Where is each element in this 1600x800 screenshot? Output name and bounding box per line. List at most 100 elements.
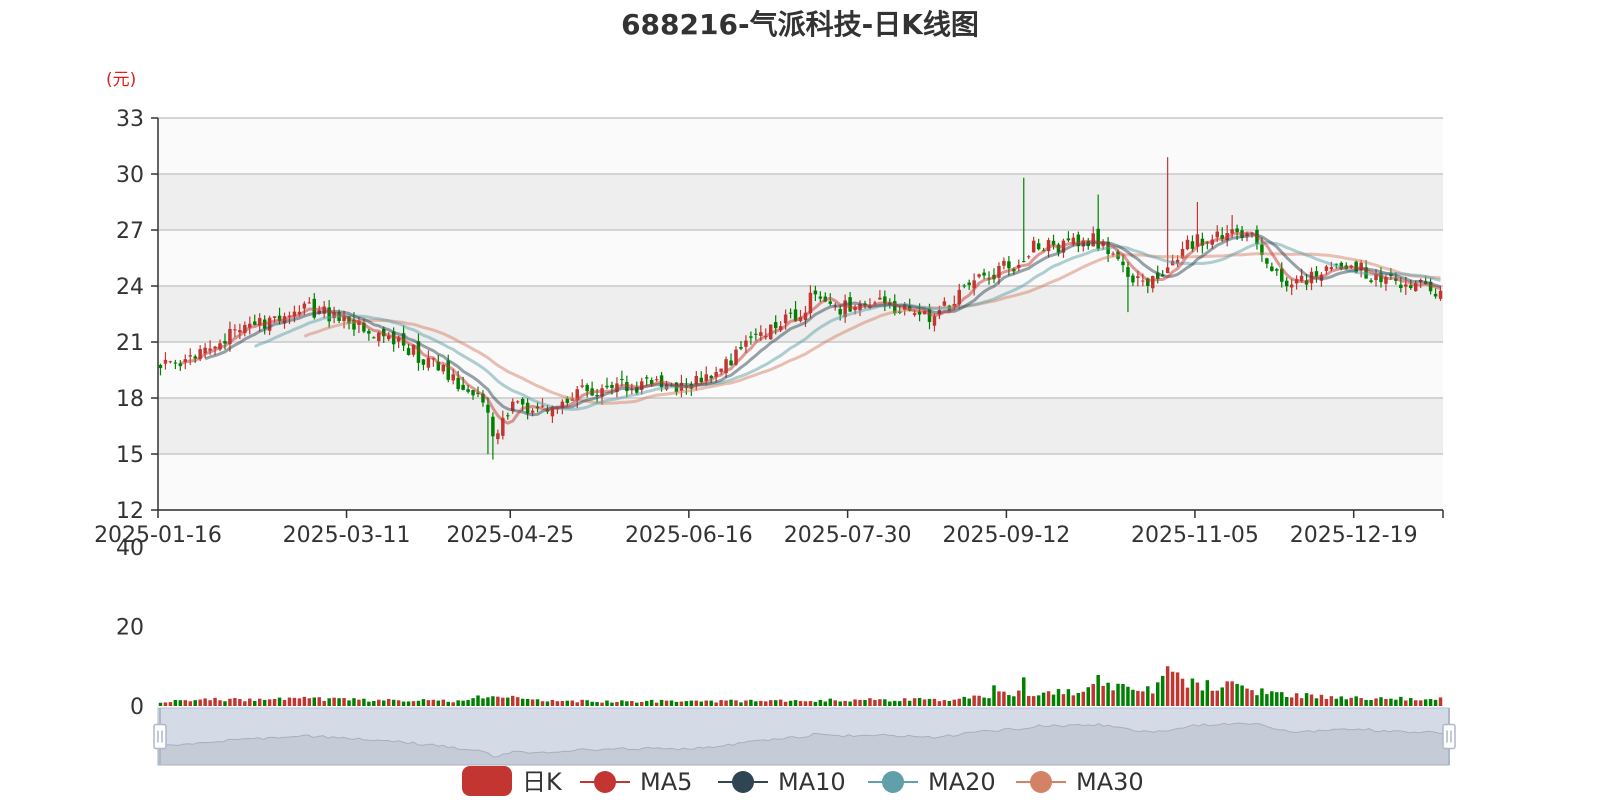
volume-bar	[545, 701, 550, 706]
volume-bar	[1091, 683, 1095, 706]
volume-bar	[257, 698, 262, 706]
volume-bar	[942, 700, 947, 706]
volume-bar	[709, 700, 713, 706]
volume-bar	[530, 699, 535, 706]
price-tick-label: 21	[116, 331, 144, 356]
volume-bar	[853, 699, 857, 706]
price-tick-label: 33	[116, 107, 144, 132]
volume-bars	[158, 666, 1443, 706]
legend-item-ma30[interactable]: MA30	[1016, 768, 1144, 796]
volume-bar	[580, 699, 584, 706]
volume-bar	[446, 701, 450, 706]
volume-bar	[679, 701, 684, 706]
volume-bar	[1230, 681, 1234, 706]
x-tick-label: 2025-01-16	[94, 523, 222, 548]
volume-bar	[466, 700, 470, 706]
volume-bar	[1235, 683, 1239, 706]
volume-bar	[1314, 698, 1319, 706]
volume-bar	[1265, 694, 1269, 706]
volume-bar	[1423, 699, 1428, 706]
volume-bar	[218, 700, 222, 706]
volume-bar	[912, 698, 917, 706]
volume-bar	[972, 695, 976, 706]
volume-bar	[1160, 675, 1165, 706]
volume-bar	[625, 701, 629, 706]
volume-bar	[208, 700, 212, 706]
volume-bar	[560, 701, 565, 706]
volume-bar	[213, 697, 217, 706]
volume-bar	[491, 696, 495, 706]
volume-bar	[883, 699, 887, 706]
volume-bar	[659, 699, 664, 706]
volume-bar	[1339, 696, 1344, 706]
volume-bar	[525, 698, 530, 706]
volume-bar	[803, 701, 808, 706]
svg-text:MA10: MA10	[778, 768, 846, 796]
volume-bar	[605, 700, 609, 706]
volume-bar	[778, 699, 783, 706]
volume-bar	[922, 699, 927, 706]
volume-bar	[272, 698, 277, 706]
volume-bar	[1309, 694, 1314, 706]
volume-bar	[724, 700, 728, 706]
volume-bar	[947, 701, 952, 706]
volume-bar	[1245, 688, 1249, 706]
volume-bar	[382, 700, 386, 706]
volume-tick-label: 0	[130, 695, 144, 720]
volume-bar	[287, 697, 292, 706]
data-zoom-slider[interactable]	[153, 707, 1456, 766]
svg-text:MA30: MA30	[1076, 768, 1144, 796]
volume-bar	[1413, 700, 1418, 706]
volume-bar	[173, 700, 178, 706]
legend-item-ma10[interactable]: MA10	[718, 768, 846, 796]
volume-bar	[188, 701, 192, 706]
volume-bar	[228, 698, 232, 706]
volume-bar	[818, 699, 823, 706]
volume-bar	[694, 700, 699, 706]
volume-bar	[664, 700, 669, 706]
legend-item-ma5[interactable]: MA5	[580, 768, 692, 796]
volume-bar	[689, 700, 694, 706]
volume-bar	[1051, 694, 1056, 706]
volume-bar	[620, 700, 624, 706]
legend-item-ma20[interactable]: MA20	[868, 768, 996, 796]
volume-bar	[486, 697, 490, 706]
volume-tick-label: 20	[116, 616, 144, 641]
volume-bar	[848, 701, 852, 706]
volume-bar	[1369, 700, 1373, 706]
volume-bar	[793, 700, 798, 706]
grid-band	[158, 174, 1443, 230]
volume-bar	[1116, 683, 1120, 706]
volume-bar	[238, 699, 242, 706]
volume-bar	[1255, 695, 1259, 706]
legend[interactable]: 日K MA5 MA10 MA20 MA30	[462, 766, 1144, 796]
volume-bar	[386, 698, 391, 706]
volume-bar	[1344, 699, 1348, 706]
volume-bar	[610, 702, 614, 706]
volume-bar	[749, 699, 753, 706]
volume-bar	[1002, 691, 1006, 706]
volume-bar	[297, 698, 302, 706]
price-tick-label: 30	[116, 163, 144, 188]
volume-bar	[1165, 666, 1170, 706]
volume-bar	[1175, 672, 1180, 706]
volume-bar	[1131, 689, 1135, 706]
volume-bar	[674, 701, 679, 706]
grid-band	[158, 454, 1443, 510]
volume-bar	[669, 700, 674, 706]
volume-bar	[1081, 691, 1086, 706]
volume-bar	[1036, 695, 1041, 706]
volume-bar	[699, 701, 704, 706]
volume-bar	[1155, 682, 1160, 706]
volume-bar	[411, 701, 416, 706]
volume-bar	[471, 698, 475, 706]
volume-bar	[1374, 698, 1378, 706]
volume-bar	[1215, 690, 1219, 706]
x-tick-label: 2025-04-25	[446, 523, 574, 548]
volume-bar	[496, 696, 500, 706]
volume-bar	[456, 700, 460, 706]
volume-bar	[1190, 678, 1195, 706]
x-tick-label: 2025-03-11	[283, 523, 411, 548]
volume-bar	[302, 696, 307, 706]
legend-item-日k[interactable]: 日K	[462, 766, 563, 796]
